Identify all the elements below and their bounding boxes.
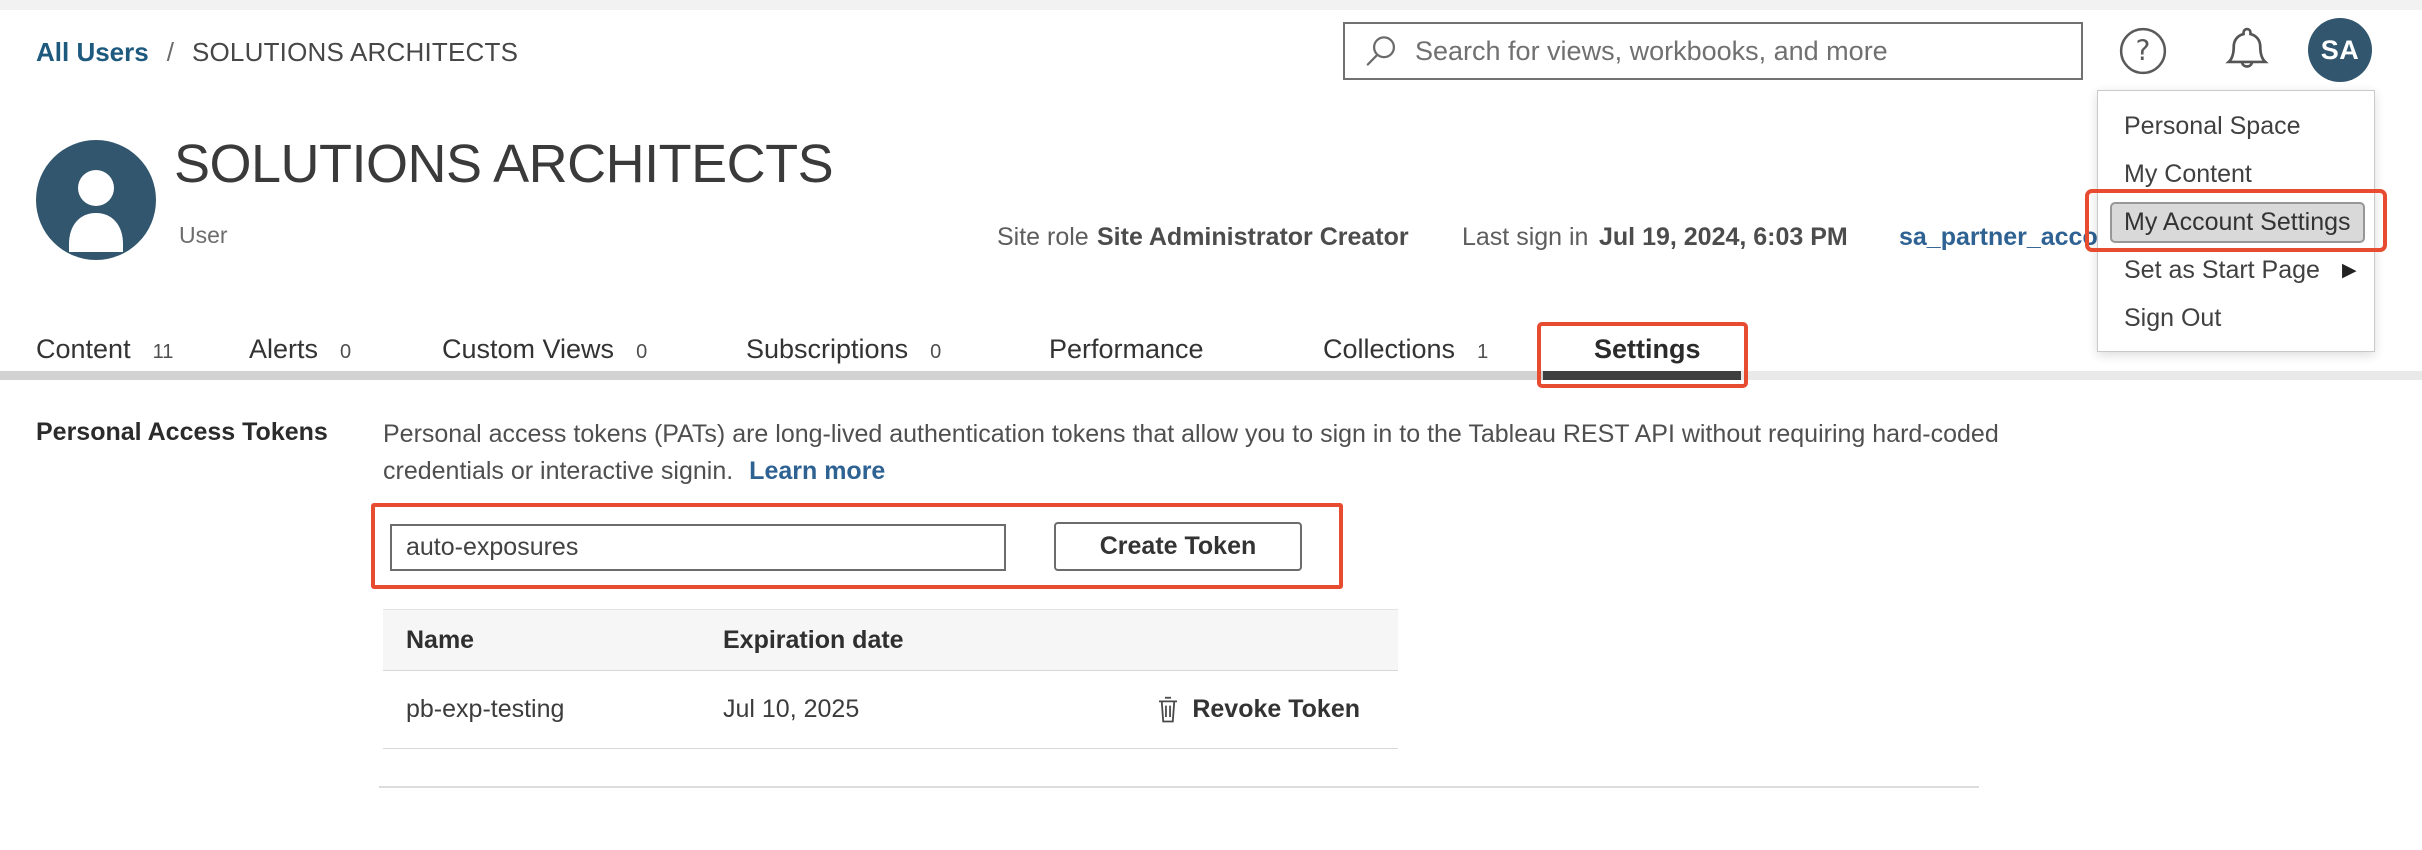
tab-subscriptions-count: 0 (930, 341, 941, 364)
token-name-input[interactable] (390, 524, 1006, 571)
column-name: Name (406, 626, 723, 655)
token-table-header: Name Expiration date (383, 609, 1398, 671)
token-table: Name Expiration date pb-exp-testing Jul … (383, 609, 1398, 749)
help-button[interactable]: ? (2118, 26, 2168, 76)
learn-more-link[interactable]: Learn more (749, 457, 885, 485)
breadcrumb-separator: / (167, 37, 174, 67)
tab-content[interactable]: Content11 (36, 334, 173, 365)
menu-item-personal-space[interactable]: Personal Space (2098, 102, 2374, 150)
revoke-token-label: Revoke Token (1192, 695, 1360, 724)
site-role-label: Site role (997, 223, 1089, 252)
top-strip (0, 0, 2422, 10)
pat-description: Personal access tokens (PATs) are long-l… (383, 416, 1999, 490)
tab-content-count: 11 (153, 341, 174, 364)
last-sign-in-label: Last sign in (1462, 223, 1588, 252)
account-menu: Personal Space My Content My Account Set… (2097, 90, 2375, 352)
tab-alerts-count: 0 (340, 341, 351, 364)
tab-custom-views[interactable]: Custom Views0 (442, 334, 647, 365)
tab-settings[interactable]: Settings (1594, 334, 1701, 365)
search-icon (1363, 33, 1399, 69)
pat-description-line2: credentials or interactive signin.Learn … (383, 453, 1999, 490)
token-expiration-cell: Jul 10, 2025 (723, 695, 859, 724)
menu-item-sign-out[interactable]: Sign Out (2098, 294, 2374, 342)
global-search[interactable] (1343, 22, 2083, 80)
notifications-button[interactable] (2222, 22, 2272, 78)
last-sign-in-value: Jul 19, 2024, 6:03 PM (1599, 223, 1848, 252)
section-divider (379, 786, 1979, 788)
svg-text:?: ? (2136, 34, 2151, 67)
create-token-button[interactable]: Create Token (1054, 522, 1302, 571)
person-icon (36, 140, 156, 260)
profile-avatar (36, 140, 156, 260)
tabs-underline-track-left (0, 371, 1543, 380)
revoke-token-button[interactable]: Revoke Token (1156, 695, 1398, 724)
tab-collections-count: 1 (1477, 341, 1488, 364)
column-expiration-date: Expiration date (723, 626, 1398, 655)
pat-section-heading: Personal Access Tokens (36, 418, 328, 447)
token-table-row: pb-exp-testing Jul 10, 2025 Revoke Token (383, 671, 1398, 749)
submenu-arrow-icon: ▶ (2342, 259, 2357, 282)
menu-item-my-content[interactable]: My Content (2098, 150, 2374, 198)
username-link[interactable]: sa_partner_accou (1899, 223, 2113, 252)
active-tab-indicator (1543, 371, 1741, 380)
menu-item-my-account-settings[interactable]: My Account Settings (2098, 198, 2374, 246)
profile-type-label: User (179, 222, 228, 249)
bell-icon (2222, 22, 2272, 78)
breadcrumb: All Users / SOLUTIONS ARCHITECTS (36, 37, 518, 68)
breadcrumb-current: SOLUTIONS ARCHITECTS (192, 37, 518, 67)
help-icon: ? (2118, 26, 2168, 76)
user-avatar-button[interactable]: SA (2308, 18, 2372, 82)
search-input[interactable] (1415, 36, 2055, 67)
tab-alerts[interactable]: Alerts0 (249, 334, 351, 365)
breadcrumb-all-users-link[interactable]: All Users (36, 37, 149, 67)
page-title: SOLUTIONS ARCHITECTS (174, 133, 833, 195)
menu-item-set-as-start-page[interactable]: Set as Start Page▶ (2098, 246, 2374, 294)
tab-subscriptions[interactable]: Subscriptions0 (746, 334, 941, 365)
tab-performance[interactable]: Performance (1049, 334, 1204, 365)
trash-icon (1156, 695, 1180, 724)
token-name-cell: pb-exp-testing (406, 695, 723, 724)
user-settings-page: All Users / SOLUTIONS ARCHITECTS ? SA SOLU… (0, 0, 2422, 850)
tab-custom-views-count: 0 (636, 341, 647, 364)
site-role-value: Site Administrator Creator (1097, 223, 1409, 252)
tab-collections[interactable]: Collections1 (1323, 334, 1488, 365)
pat-description-line1: Personal access tokens (PATs) are long-l… (383, 416, 1999, 453)
my-account-settings-highlight: My Account Settings (2110, 202, 2365, 243)
